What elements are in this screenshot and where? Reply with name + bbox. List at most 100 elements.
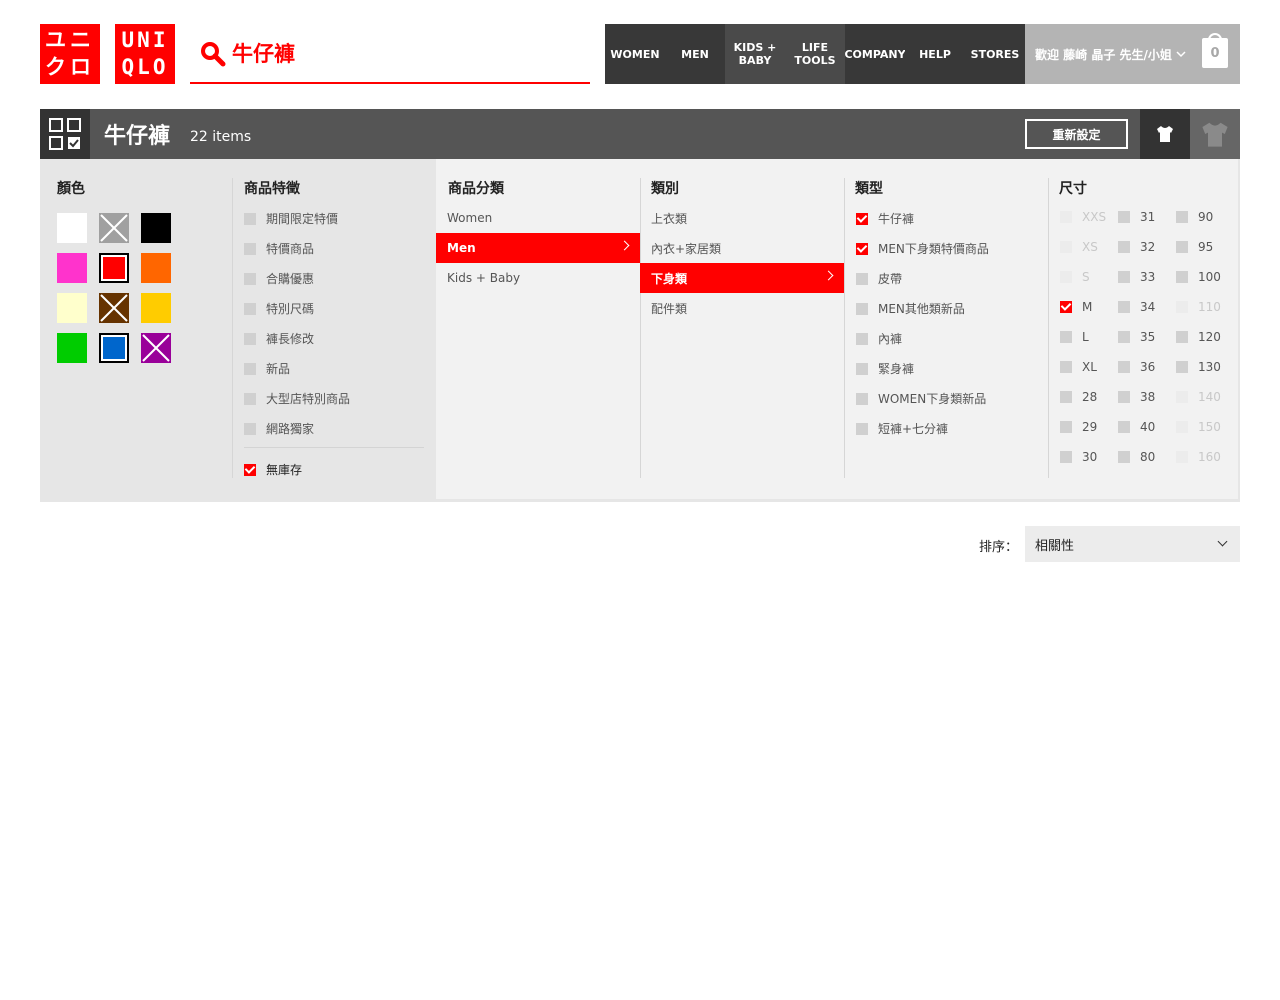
checkbox-icon[interactable] — [1118, 241, 1130, 253]
checkbox-checked-icon[interactable] — [856, 212, 868, 225]
checkbox-icon[interactable] — [1060, 331, 1072, 343]
color-swatch-black[interactable] — [141, 213, 171, 243]
size-option[interactable]: S — [1060, 270, 1090, 284]
color-swatch-brown[interactable] — [99, 293, 129, 323]
checkbox-icon[interactable] — [1060, 451, 1072, 463]
checkbox-icon[interactable] — [856, 392, 868, 405]
subcategory-item[interactable]: 上衣類 — [640, 203, 844, 233]
checkbox-icon[interactable] — [1060, 271, 1072, 283]
nav-stores[interactable]: STORES — [965, 24, 1025, 84]
size-option[interactable]: 110 — [1176, 300, 1221, 314]
type-option[interactable]: MEN其他類新品 — [856, 300, 965, 317]
checkbox-icon[interactable] — [1118, 301, 1130, 313]
size-option[interactable]: XL — [1060, 360, 1097, 374]
category-item[interactable]: Kids + Baby — [436, 263, 640, 293]
size-option[interactable]: 80 — [1118, 450, 1155, 464]
search-input[interactable] — [232, 38, 572, 68]
checkbox-icon[interactable] — [1118, 451, 1130, 463]
checkbox-icon[interactable] — [244, 362, 256, 375]
size-option[interactable]: 34 — [1118, 300, 1155, 314]
checkbox-icon[interactable] — [856, 332, 868, 345]
uniqlo-logo-japanese[interactable]: ユニ クロ — [40, 24, 100, 84]
size-option[interactable]: 90 — [1176, 210, 1213, 224]
size-option[interactable]: XS — [1060, 240, 1098, 254]
size-option[interactable]: L — [1060, 330, 1089, 344]
size-option[interactable]: 30 — [1060, 450, 1097, 464]
subcategory-item[interactable]: 配件類 — [640, 293, 844, 323]
type-option[interactable]: 牛仔褲 — [856, 210, 914, 227]
size-option[interactable]: 40 — [1118, 420, 1155, 434]
nav-life-tools[interactable]: LIFE TOOLS — [785, 24, 845, 84]
size-option[interactable]: 36 — [1118, 360, 1155, 374]
size-option[interactable]: 95 — [1176, 240, 1213, 254]
type-option[interactable]: 皮帶 — [856, 270, 902, 287]
checkbox-icon[interactable] — [1176, 391, 1188, 403]
checkbox-checked-icon[interactable] — [244, 463, 256, 476]
checkbox-icon[interactable] — [1176, 421, 1188, 433]
size-option[interactable]: 130 — [1176, 360, 1221, 374]
checkbox-icon[interactable] — [244, 332, 256, 345]
checkbox-icon[interactable] — [1118, 211, 1130, 223]
color-swatch-pink[interactable] — [57, 253, 87, 283]
nav-men[interactable]: MEN — [665, 24, 725, 84]
nav-kids-baby[interactable]: KIDS + BABY — [725, 24, 785, 84]
feature-option[interactable]: 大型店特別商品 — [244, 390, 350, 407]
view-toggle-shirt-large[interactable] — [1190, 109, 1240, 159]
color-swatch-blue[interactable] — [99, 333, 129, 363]
checkbox-icon[interactable] — [244, 272, 256, 285]
checkbox-icon[interactable] — [244, 302, 256, 315]
size-option[interactable]: 120 — [1176, 330, 1221, 344]
checkbox-checked-icon[interactable] — [856, 242, 868, 255]
checkbox-icon[interactable] — [1176, 271, 1188, 283]
checkbox-icon[interactable] — [1176, 211, 1188, 223]
nav-women[interactable]: WOMEN — [605, 24, 665, 84]
filter-toggle-button[interactable] — [40, 109, 90, 159]
checkbox-icon[interactable] — [856, 362, 868, 375]
feature-option[interactable]: 新品 — [244, 360, 290, 377]
nav-company[interactable]: COMPANY — [844, 24, 906, 84]
checkbox-icon[interactable] — [1118, 271, 1130, 283]
color-swatch-red[interactable] — [99, 253, 129, 283]
checkbox-icon[interactable] — [856, 422, 868, 435]
checkbox-icon[interactable] — [244, 212, 256, 225]
size-option[interactable]: XXS — [1060, 210, 1106, 224]
size-option[interactable]: 38 — [1118, 390, 1155, 404]
checkbox-icon[interactable] — [1176, 241, 1188, 253]
checkbox-icon[interactable] — [856, 302, 868, 315]
sort-dropdown[interactable]: 相關性 — [1025, 526, 1240, 562]
checkbox-icon[interactable] — [1118, 331, 1130, 343]
color-swatch-orange[interactable] — [141, 253, 171, 283]
category-item[interactable]: Men — [436, 233, 640, 263]
search-icon[interactable] — [200, 41, 226, 67]
checkbox-icon[interactable] — [1176, 361, 1188, 373]
checkbox-icon[interactable] — [244, 392, 256, 405]
size-option[interactable]: M — [1060, 300, 1092, 314]
color-swatch-purple[interactable] — [141, 333, 171, 363]
category-item[interactable]: Women — [436, 203, 640, 233]
color-swatch-cream[interactable] — [57, 293, 87, 323]
out-of-stock-option[interactable]: 無庫存 — [244, 461, 302, 478]
type-option[interactable]: 緊身褲 — [856, 360, 914, 377]
size-option[interactable]: 28 — [1060, 390, 1097, 404]
feature-option[interactable]: 特價商品 — [244, 240, 314, 257]
feature-option[interactable]: 褲長修改 — [244, 330, 314, 347]
feature-option[interactable]: 期間限定特價 — [244, 210, 338, 227]
subcategory-item[interactable]: 下身類 — [640, 263, 844, 293]
size-option[interactable]: 100 — [1176, 270, 1221, 284]
checkbox-icon[interactable] — [1176, 451, 1188, 463]
color-swatch-white[interactable] — [57, 213, 87, 243]
checkbox-icon[interactable] — [244, 422, 256, 435]
checkbox-icon[interactable] — [1118, 421, 1130, 433]
checkbox-icon[interactable] — [1118, 361, 1130, 373]
feature-option[interactable]: 網路獨家 — [244, 420, 314, 437]
size-option[interactable]: 33 — [1118, 270, 1155, 284]
checkbox-icon[interactable] — [1176, 301, 1188, 313]
color-swatch-yellow[interactable] — [141, 293, 171, 323]
size-option[interactable]: 29 — [1060, 420, 1097, 434]
checkbox-icon[interactable] — [1060, 361, 1072, 373]
checkbox-checked-icon[interactable] — [1060, 301, 1072, 313]
checkbox-icon[interactable] — [244, 242, 256, 255]
reset-button[interactable]: 重新設定 — [1025, 119, 1128, 149]
checkbox-icon[interactable] — [1060, 241, 1072, 253]
shopping-bag-icon[interactable]: 0 — [1202, 38, 1228, 68]
